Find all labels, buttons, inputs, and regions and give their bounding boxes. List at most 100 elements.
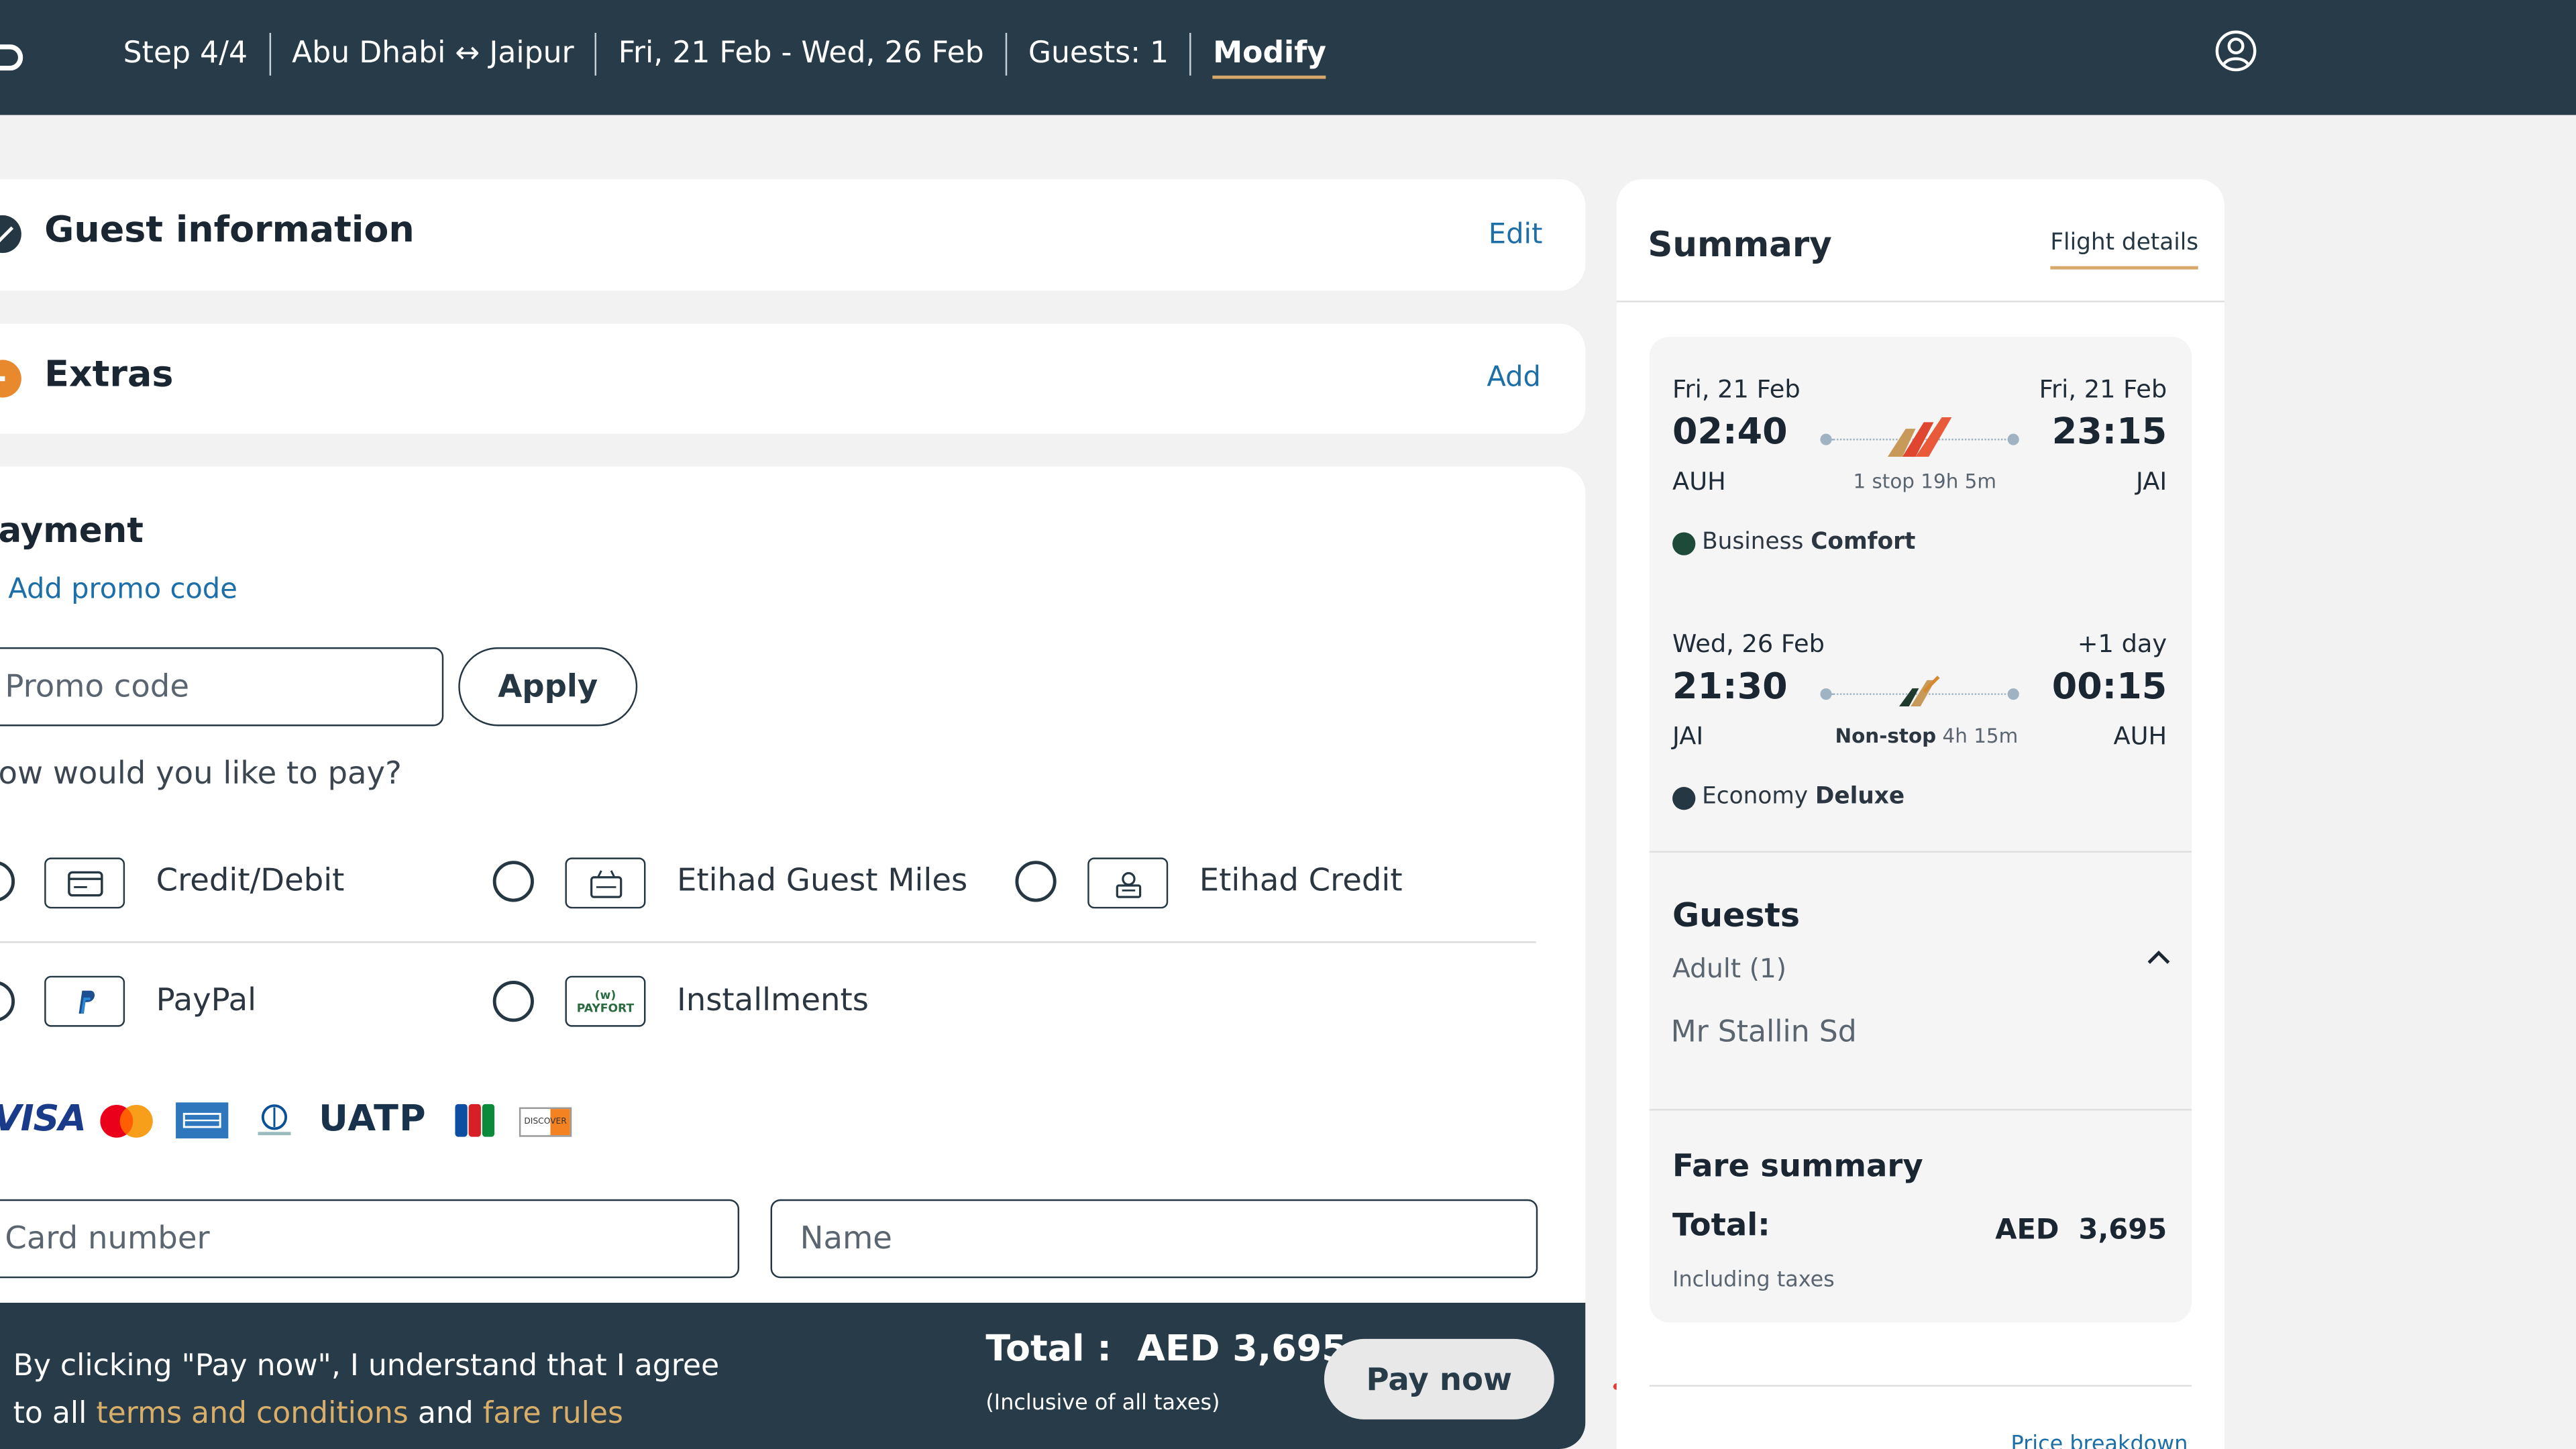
footer-total-value: AED 3,695: [1137, 1329, 1347, 1371]
extras-add-link[interactable]: Add: [1487, 362, 1541, 394]
amex-logo: [176, 1102, 229, 1139]
outbound-cabin-dot: [1672, 532, 1696, 555]
including-taxes-note: Including taxes: [1672, 1268, 1835, 1293]
guests-divider: [1649, 851, 2192, 853]
step-indicator: Step 4/4: [123, 36, 248, 71]
payfort-wordmark: PAYFORT: [576, 1001, 635, 1015]
etihad-guest-miles-label[interactable]: Etihad Guest Miles: [677, 863, 967, 899]
guests-type: Adult (1): [1672, 953, 1787, 984]
discover-wordmark: DISCOVER: [524, 1117, 567, 1128]
inclusive-taxes-note: (Inclusive of all taxes): [985, 1391, 1220, 1417]
outbound-arrival-time: 23:15: [2051, 412, 2167, 453]
payfort-icon: (w) PAYFORT: [565, 975, 646, 1027]
airline-tail-icon: [1887, 417, 1952, 457]
extras-section: Extras Add: [0, 323, 1586, 434]
discover-logo: DISCOVER: [519, 1107, 572, 1137]
fare-rules-link[interactable]: fare rules: [483, 1397, 623, 1431]
diners-club-logo: [258, 1104, 291, 1136]
agreement-and: and: [408, 1396, 483, 1432]
inbound-route-end-dot: [2007, 688, 2019, 700]
uatp-logo: UATP: [319, 1099, 427, 1140]
fare-divider: [1649, 1109, 2192, 1111]
fare-currency: AED: [1995, 1214, 2059, 1247]
payfort-mark: (w): [594, 988, 616, 1002]
inbound-departure-code: JAI: [1672, 721, 1704, 751]
logo-icon[interactable]: [0, 44, 23, 71]
pay-now-button[interactable]: Pay now: [1324, 1338, 1554, 1419]
pending-minus-icon: [0, 360, 21, 398]
route-summary: Abu Dhabi ↔ Jaipur: [268, 32, 596, 76]
guest-information-section: Guest information Edit: [0, 178, 1586, 291]
chevron-up-icon[interactable]: [2145, 948, 2171, 967]
credit-card-icon: [44, 857, 125, 909]
outbound-arrival-code: JAI: [2136, 466, 2167, 496]
fare-total-label: Total:: [1672, 1208, 1770, 1244]
guest-information-title: Guest information: [44, 210, 415, 252]
breadcrumb: Step 4/4 Abu Dhabi ↔ Jaipur Fri, 21 Feb …: [123, 32, 1348, 79]
dates-summary: Fri, 21 Feb - Wed, 26 Feb: [595, 32, 1005, 76]
outbound-departure-date: Fri, 21 Feb: [1672, 374, 1801, 405]
promo-code-input[interactable]: [0, 647, 444, 727]
flight-details-tab[interactable]: Flight details: [2050, 230, 2199, 270]
inbound-arrival-code: AUH: [2113, 721, 2167, 751]
partner-tail-icon: [1899, 676, 1940, 707]
installments-label[interactable]: Installments: [677, 982, 869, 1018]
guests-summary: Guests: 1: [1005, 32, 1190, 76]
modify-link-label: Modify: [1213, 36, 1327, 79]
inbound-route-start-dot: [1820, 688, 1832, 700]
fare-total-amount: AED 3,695: [1995, 1214, 2167, 1247]
cardholder-name-input[interactable]: [770, 1199, 1538, 1279]
apply-promo-button[interactable]: Apply: [458, 647, 638, 727]
outbound-departure-time: 02:40: [1672, 412, 1788, 453]
paypal-icon: [44, 975, 125, 1027]
payment-question: ow would you like to pay?: [0, 755, 402, 792]
credit-debit-label[interactable]: Credit/Debit: [156, 863, 345, 899]
outbound-stops: 1 stop 19h 5m: [1853, 470, 1997, 493]
outbound-route-end-dot: [2007, 433, 2019, 445]
fare-summary-title: Fare summary: [1672, 1148, 1923, 1185]
price-breakdown-link[interactable]: Price breakdown: [2011, 1433, 2188, 1449]
inbound-cabin: Economy Deluxe: [1702, 784, 1904, 810]
visa-logo: VISA: [0, 1099, 87, 1140]
paypal-label[interactable]: PayPal: [156, 982, 256, 1018]
inbound-next-day-note: +1 day: [2077, 629, 2167, 659]
add-promo-code-link[interactable]: Add promo code: [8, 574, 237, 606]
inbound-departure-time: 21:30: [1672, 667, 1788, 708]
guest-information-edit-link[interactable]: Edit: [1489, 219, 1543, 252]
completed-check-icon: [0, 215, 21, 254]
user-account-icon[interactable]: [2214, 30, 2257, 72]
flight-summary-box: Fri, 21 Feb Fri, 21 Feb 02:40 23:15 AUH …: [1649, 337, 2192, 1323]
inbound-stops-type: Non-stop: [1835, 724, 1937, 748]
outbound-arrival-date: Fri, 21 Feb: [2039, 374, 2167, 405]
outbound-departure-code: AUH: [1672, 466, 1726, 496]
outbound-route-start-dot: [1820, 433, 1832, 445]
guest-name: Mr Stallin Sd: [1670, 1015, 1857, 1050]
summary-panel: Summary Flight details Fri, 21 Feb Fri, …: [1616, 178, 2224, 1449]
summary-title: Summary: [1648, 225, 1832, 265]
inbound-cabin-dot: [1672, 787, 1696, 810]
card-number-input[interactable]: [0, 1199, 740, 1279]
inbound-stops-duration: 4h 15m: [1936, 724, 2019, 748]
inbound-cabin-class: Economy: [1702, 784, 1815, 810]
extras-title: Extras: [44, 354, 174, 396]
installments-radio[interactable]: [492, 981, 534, 1022]
agreement-line-2-prefix: to all: [13, 1396, 97, 1432]
etihad-guest-miles-radio[interactable]: [492, 861, 534, 902]
fare-amount: 3,695: [2078, 1214, 2167, 1247]
outbound-cabin-fare: Comfort: [1811, 529, 1916, 555]
terms-and-conditions-link[interactable]: terms and conditions: [96, 1397, 408, 1431]
top-bar: Step 4/4 Abu Dhabi ↔ Jaipur Fri, 21 Feb …: [0, 0, 2576, 115]
outbound-cabin-class: Business: [1702, 529, 1811, 555]
inbound-stops: Non-stop 4h 15m: [1835, 724, 2019, 747]
guests-title: Guests: [1672, 895, 1801, 935]
inbound-departure-date: Wed, 26 Feb: [1672, 629, 1825, 659]
mastercard-logo: [100, 1104, 153, 1138]
payment-methods-divider: [0, 941, 1536, 943]
payment-title: ayment: [0, 511, 144, 551]
jcb-logo: [455, 1104, 495, 1137]
payment-footer-bar: By clicking "Pay now", I understand that…: [0, 1303, 1586, 1449]
etihad-credit-label[interactable]: Etihad Credit: [1199, 863, 1403, 899]
modify-link[interactable]: Modify: [1190, 32, 1348, 79]
etihad-credit-radio[interactable]: [1015, 861, 1057, 902]
inbound-arrival-time: 00:15: [2051, 667, 2167, 708]
